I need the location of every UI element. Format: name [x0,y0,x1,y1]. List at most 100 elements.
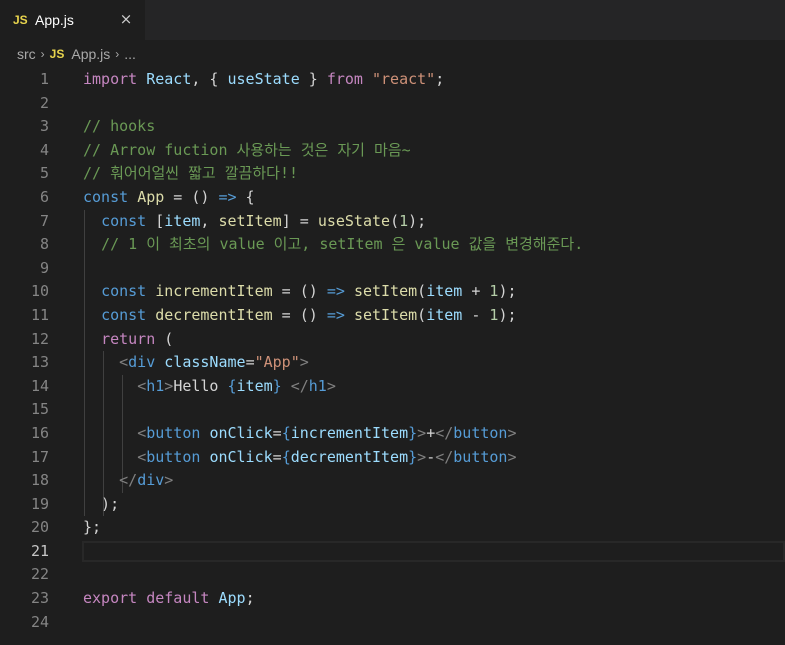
breadcrumb-folder[interactable]: src [17,46,36,62]
code-token: = () [272,282,327,301]
code-line[interactable]: 15 [0,398,785,422]
breadcrumb: src › JS App.js › ... [0,40,785,68]
code-line[interactable]: 10 const incrementItem = () => setItem(i… [0,280,785,304]
code-line[interactable]: 12 return ( [0,327,785,352]
code-text: export default App; [83,587,255,611]
code-token: </ [435,423,454,442]
code-line[interactable]: 14 <h1>Hello {item} </h1> [0,374,785,399]
code-line[interactable]: 22 [0,563,785,587]
code-line[interactable]: 8 // 1 이 최초의 value 이고, setItem 은 value 값… [0,233,785,257]
code-token: = [245,353,255,372]
tab-bar: JS App.js × [0,0,785,40]
code-text: <button onClick={incrementItem}>+</butto… [83,422,516,446]
code-token: < [137,447,147,466]
code-line[interactable]: 4 // Arrow fuction 사용하는 것은 자기 마음~ [0,139,785,163]
code-token: 1 [399,211,409,230]
line-number: 17 [30,447,49,466]
code-token: const [101,211,147,230]
code-token: > [326,376,336,395]
code-text: const App = () => { [83,186,255,210]
code-token: } [272,376,282,395]
code-text: const decrementItem = () => setItem(item… [83,304,517,328]
line-number: 23 [30,589,49,608]
code-line[interactable]: 9 [0,256,785,281]
code-token: "App" [254,353,300,372]
code-token: default [146,589,210,608]
code-editor[interactable]: 1 import React, { useState } from "react"… [0,68,785,634]
code-token: item [426,282,463,301]
code-token: from [326,70,363,88]
javascript-file-icon: JS [13,13,28,27]
code-token: > [417,447,427,466]
code-line[interactable]: 17 <button onClick={decrementItem}>-</bu… [0,445,785,470]
code-line[interactable]: 21 [0,540,785,564]
code-token: => [326,282,345,301]
line-number: 9 [39,258,49,277]
line-number: 13 [30,353,49,372]
code-line[interactable]: 20}; [0,516,785,540]
code-line[interactable]: 5 // 훠어어얼씬 짧고 깔끔하다!! [0,162,785,186]
code-token: { [227,376,237,395]
code-token: div [128,353,156,372]
line-number: 16 [30,423,49,442]
code-token: import [83,70,138,88]
code-token: ); [498,305,517,324]
code-line[interactable]: 24 [0,611,785,635]
code-line[interactable]: 23 export default App; [0,587,785,611]
code-token: = () [164,187,219,206]
code-line[interactable]: 2 [0,92,785,116]
code-line[interactable]: 11 const decrementItem = () => setItem(i… [0,303,785,328]
line-number: 14 [30,376,49,395]
code-text: import React, { useState } from "react"; [83,68,444,92]
code-token: React [146,70,192,88]
tab-title: App.js [35,12,74,28]
line-number: 20 [30,518,49,537]
code-token: </ [435,447,454,466]
code-token: + [462,282,490,301]
breadcrumb-more[interactable]: ... [124,46,136,62]
code-token: incrementItem [290,423,409,442]
chevron-right-icon: › [115,47,120,61]
close-icon[interactable]: × [117,10,135,28]
code-token: ( [390,211,400,230]
code-token: }; [83,518,102,537]
code-token: < [137,423,147,442]
code-line[interactable]: 1 import React, { useState } from "react"… [0,68,785,92]
code-token: - [426,447,436,466]
code-line[interactable]: 3 // hooks [0,115,785,139]
tab-app-js[interactable]: JS App.js × [0,0,145,40]
code-token: { [281,423,291,442]
code-line[interactable]: 13 <div className="App"> [0,351,785,375]
code-line[interactable]: 18 </div> [0,469,785,493]
line-number: 15 [30,400,49,419]
code-token: item [164,211,201,230]
code-token: => [218,187,237,206]
code-line[interactable]: 6 const App = () => { [0,186,785,210]
code-token: ( [155,329,174,348]
code-text: }; [83,516,101,540]
code-line[interactable]: 7 const [item, setItem] = useState(1); [0,209,785,234]
code-token: } [408,423,418,442]
code-line[interactable]: 19 ); [0,492,785,517]
code-token: = () [272,305,327,324]
code-token: h1 [146,376,165,395]
code-token: => [326,305,345,324]
code-token: { [281,447,291,466]
code-line[interactable]: 16 <button onClick={incrementItem}>+</bu… [0,421,785,446]
code-token: // Arrow fuction 사용하는 것은 자기 마음~ [83,140,411,159]
code-token: , [200,211,219,230]
code-token: // 1 이 최초의 value 이고, setItem 은 value 값을 … [101,235,584,254]
javascript-file-icon: JS [49,47,65,61]
code-token: export [83,589,138,608]
breadcrumb-file[interactable]: App.js [71,46,110,62]
